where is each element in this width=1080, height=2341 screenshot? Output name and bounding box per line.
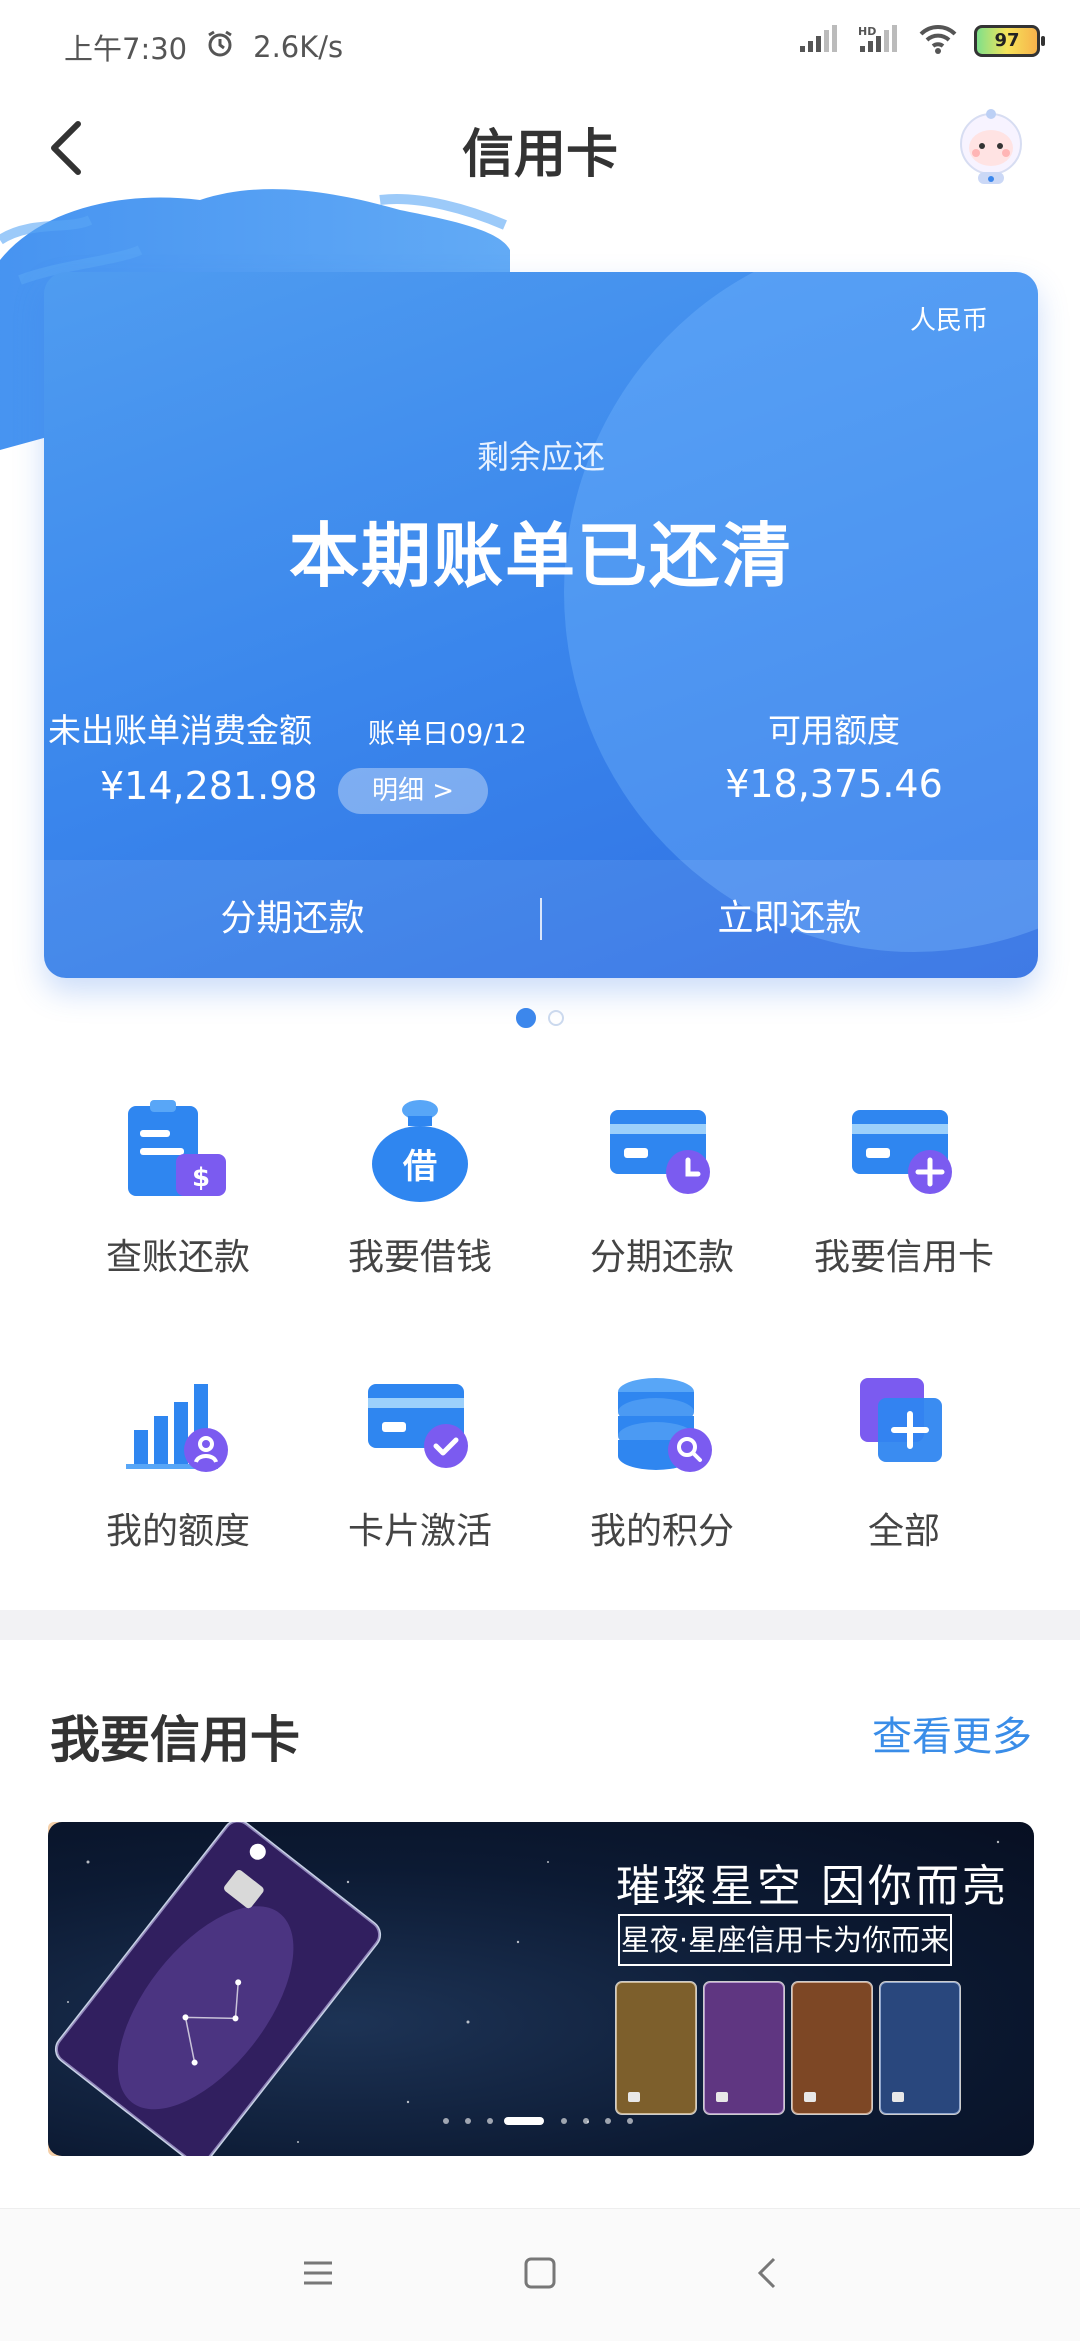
banner-subtitle: 星夜·星座信用卡为你而来: [618, 1914, 952, 1966]
pager-dot[interactable]: [516, 1008, 536, 1028]
menu-item-apply-card[interactable]: 我要信用卡: [784, 1096, 1024, 1306]
network-speed: 2.6K/s: [253, 30, 344, 64]
menu-item-points[interactable]: 我的积分: [542, 1370, 782, 1580]
card-pager: [0, 1008, 1080, 1028]
battery-indicator: 97: [974, 25, 1045, 57]
menu-item-installment[interactable]: 分期还款: [542, 1096, 782, 1306]
credit-card-panel[interactable]: 人民币 剩余应还 本期账单已还清 未出账单消费金额 账单日09/12 ¥14,2…: [44, 272, 1038, 978]
detail-button[interactable]: 明细 >: [338, 768, 488, 814]
section-title: 我要信用卡: [50, 1711, 300, 1769]
view-more-link[interactable]: 查看更多: [872, 1704, 1032, 1762]
signal-icon: [798, 24, 842, 58]
back-arrow-icon: [757, 2257, 776, 2289]
menu-label: 分期还款: [589, 1237, 734, 1278]
bill-repay-icon: $: [118, 1096, 238, 1206]
installment-button[interactable]: 分期还款: [44, 860, 541, 978]
menu-label: 我的额度: [105, 1511, 250, 1552]
menu-label: 查账还款: [105, 1237, 250, 1278]
menu-label: 我要借钱: [347, 1237, 492, 1278]
status-bar: 上午7:30 2.6K/s HD 97: [0, 0, 1080, 90]
system-nav-bar: [0, 2208, 1080, 2341]
menu-label: 我的积分: [589, 1511, 734, 1552]
borrow-bag-icon: 借: [360, 1096, 480, 1206]
alarm-icon: [205, 29, 235, 66]
card-decoration: [564, 272, 1038, 952]
svg-text:$: $: [192, 1163, 210, 1193]
home-square-icon: [524, 2257, 556, 2289]
hamburger-icon: [304, 2261, 332, 2285]
bill-status: 本期账单已还清: [289, 515, 793, 597]
all-plus-icon: [844, 1370, 964, 1480]
unbilled-label: 未出账单消费金额: [48, 711, 312, 750]
back-nav-button[interactable]: [750, 2255, 786, 2295]
svg-text:借: 借: [402, 1147, 437, 1187]
unbilled-amount: ¥14,281.98: [100, 764, 318, 808]
promo-banner[interactable]: 璀璨星空 因你而亮 星夜·星座信用卡为你而来: [48, 1822, 1034, 2156]
home-nav-button[interactable]: [522, 2255, 558, 2295]
points-db-icon: [602, 1370, 722, 1480]
menu-label: 全部: [867, 1511, 940, 1552]
remaining-label: 剩余应还: [476, 438, 605, 476]
menu-item-all[interactable]: 全部: [784, 1370, 1024, 1580]
repay-now-button[interactable]: 立即还款: [541, 860, 1038, 978]
svg-text:HD: HD: [858, 25, 876, 38]
signal-hd-icon: HD: [858, 24, 902, 58]
status-time: 上午7:30: [64, 32, 188, 66]
menu-item-borrow[interactable]: 借 我要借钱: [300, 1096, 540, 1306]
menu-item-bill-repay[interactable]: $ 查账还款: [58, 1096, 298, 1306]
card-clock-icon: [602, 1096, 722, 1206]
limit-chart-icon: [118, 1370, 238, 1480]
available-credit-amount: ¥18,375.46: [725, 762, 943, 806]
menu-nav-button[interactable]: [300, 2255, 336, 2295]
assistant-mascot-icon[interactable]: [948, 106, 1034, 192]
card-actions: 分期还款 立即还款: [44, 860, 1038, 978]
menu-item-my-limit[interactable]: 我的额度: [58, 1370, 298, 1580]
currency-label: 人民币: [909, 306, 988, 336]
wifi-icon: [918, 24, 958, 58]
menu-label: 卡片激活: [347, 1511, 492, 1552]
section-separator: [0, 1610, 1080, 1640]
card-add-icon: [844, 1096, 964, 1206]
bill-date: 账单日09/12: [368, 719, 527, 750]
pager-dot[interactable]: [548, 1010, 564, 1026]
menu-label: 我要信用卡: [813, 1237, 994, 1278]
available-credit-label: 可用额度: [768, 711, 900, 750]
menu-item-activate[interactable]: 卡片激活: [300, 1370, 540, 1580]
card-check-icon: [360, 1370, 480, 1480]
banner-title: 璀璨星空 因你而亮: [616, 1861, 1009, 1912]
